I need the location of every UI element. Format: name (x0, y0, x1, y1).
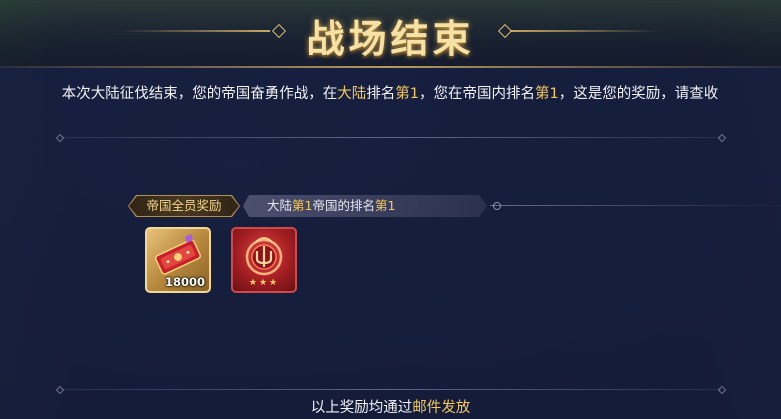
divider-top (60, 137, 722, 138)
ranking-hl-1: 第1 (292, 198, 313, 213)
footer-note: 以上奖励均通过邮件发放 (0, 396, 781, 417)
footer-text: 以上奖励均通过 (310, 400, 413, 416)
tab-ranking-info: 大陆第1帝国的排名第1 (243, 195, 487, 217)
desc-text-1: 本次大陆征伐结束，您的帝国奋勇作战，在 (61, 86, 338, 102)
desc-highlight-continent: 大陆 (337, 86, 367, 102)
divider-bottom (60, 389, 722, 390)
desc-text-2: ，您在帝国内排名 (419, 86, 535, 102)
reward-count: 18000 (164, 275, 205, 289)
desc-text-3: ，这是您的奖励，请查收 (558, 86, 719, 102)
tab-tail-line (490, 205, 781, 206)
tab-tail-dot-icon (493, 202, 501, 210)
reward-item-emblem[interactable]: ★★★ (231, 227, 297, 293)
ranking-prefix: 大陆 (267, 198, 293, 213)
star-rating: ★★★ (248, 278, 280, 288)
page-title: 战场结束 (306, 17, 475, 61)
result-description: 本次大陆征伐结束，您的帝国奋勇作战，在大陆排名第1，您在帝国内排名第1，这是您的… (61, 86, 719, 102)
reward-item-ticket[interactable]: 18000 (145, 227, 211, 293)
ranking-hl-2: 第1 (374, 198, 396, 213)
panel-top-border (0, 66, 781, 68)
desc-highlight-rank-empire: 第1 (535, 86, 559, 102)
tab-empire-reward[interactable]: 帝国全员奖励 (129, 196, 239, 216)
desc-highlight-rank-continent: 第1 (395, 86, 419, 102)
ranking-info-text: 大陆第1帝国的排名第1 (267, 195, 395, 217)
footer-highlight: 邮件发放 (412, 400, 471, 416)
ranking-mid: 帝国的排名 (312, 198, 375, 213)
result-panel (0, 66, 781, 419)
header-banner: 战场结束 (0, 0, 781, 66)
